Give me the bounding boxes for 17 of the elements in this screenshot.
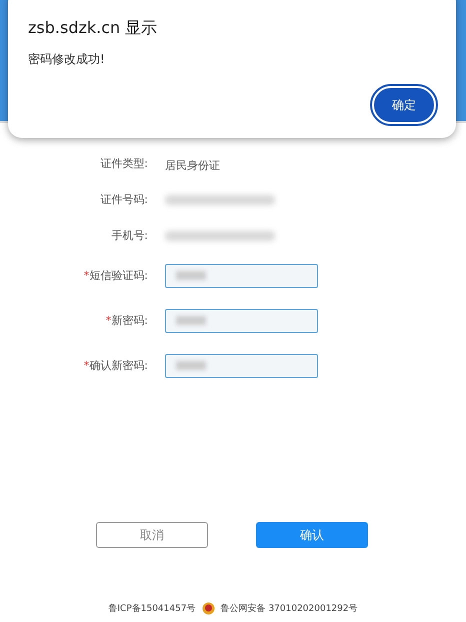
police-number[interactable]: 鲁公网安备 37010202001292号 (220, 602, 358, 615)
emblem-icon (202, 602, 215, 615)
field-label: 证件类型: (99, 156, 149, 170)
field-label: 手机号: (110, 228, 149, 242)
field-label: *新密码: (104, 313, 149, 328)
field-value: 居民身份证 (165, 158, 220, 172)
field-label: *短信验证码: (82, 268, 149, 283)
dialog-message: 密码修改成功! (28, 51, 106, 68)
cancel-button[interactable]: 取消 (96, 522, 208, 548)
dialog-title: zsb.sdzk.cn 显示 (28, 18, 158, 39)
icp-number[interactable]: 鲁ICP备15041457号 (108, 602, 196, 615)
field-label: 证件号码: (99, 192, 149, 206)
input-field[interactable] (165, 264, 318, 288)
input-field[interactable] (165, 308, 318, 332)
ok-button[interactable]: 确定 (372, 86, 436, 124)
input-field[interactable] (165, 354, 318, 378)
field-label: *确认新密码: (82, 358, 149, 373)
